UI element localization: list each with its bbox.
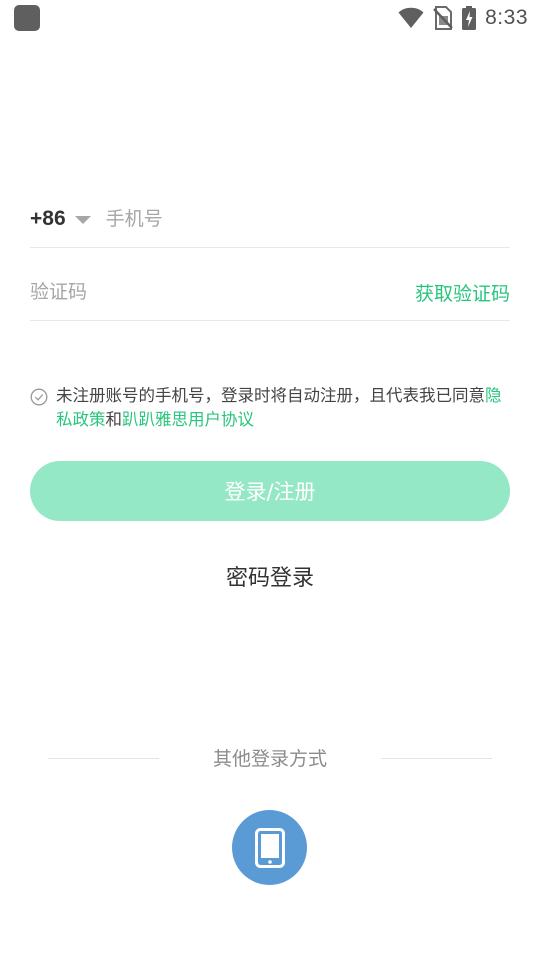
agreement-prefix: 未注册账号的手机号，登录时将自动注册，且代表我已同意	[56, 386, 485, 405]
country-code-selector[interactable]: +86	[30, 207, 66, 231]
divider-right	[381, 758, 492, 759]
agreement-conjunction: 和	[105, 410, 123, 429]
agreement: 未注册账号的手机号，登录时将自动注册，且代表我已同意隐私政策和趴趴雅思用户协议	[30, 384, 516, 432]
user-agreement-link[interactable]: 趴趴雅思用户协议	[122, 410, 254, 429]
phone-login-method-button[interactable]	[232, 810, 307, 885]
wifi-icon	[398, 7, 424, 29]
app-icon	[14, 5, 40, 31]
status-time: 8:33	[485, 6, 528, 29]
status-bar: 8:33	[0, 0, 540, 36]
phone-input[interactable]	[105, 198, 510, 239]
agreement-text: 未注册账号的手机号，登录时将自动注册，且代表我已同意隐私政策和趴趴雅思用户协议	[56, 384, 516, 432]
battery-charging-icon	[462, 6, 477, 30]
divider-left	[48, 758, 159, 759]
chevron-down-icon[interactable]	[74, 215, 91, 224]
password-login-button[interactable]: 密码登录	[0, 560, 540, 592]
get-code-button[interactable]: 获取验证码	[415, 279, 510, 306]
login-register-button[interactable]: 登录/注册	[30, 461, 510, 521]
code-input[interactable]	[30, 272, 415, 312]
phone-row: +86	[30, 190, 510, 248]
agreement-checkbox-icon[interactable]	[30, 388, 48, 406]
no-sim-icon	[433, 6, 453, 30]
status-right: 8:33	[398, 4, 528, 32]
other-login-methods-label: 其他登录方式	[212, 748, 327, 770]
code-row: 获取验证码	[30, 264, 510, 321]
tablet-icon	[254, 827, 285, 868]
